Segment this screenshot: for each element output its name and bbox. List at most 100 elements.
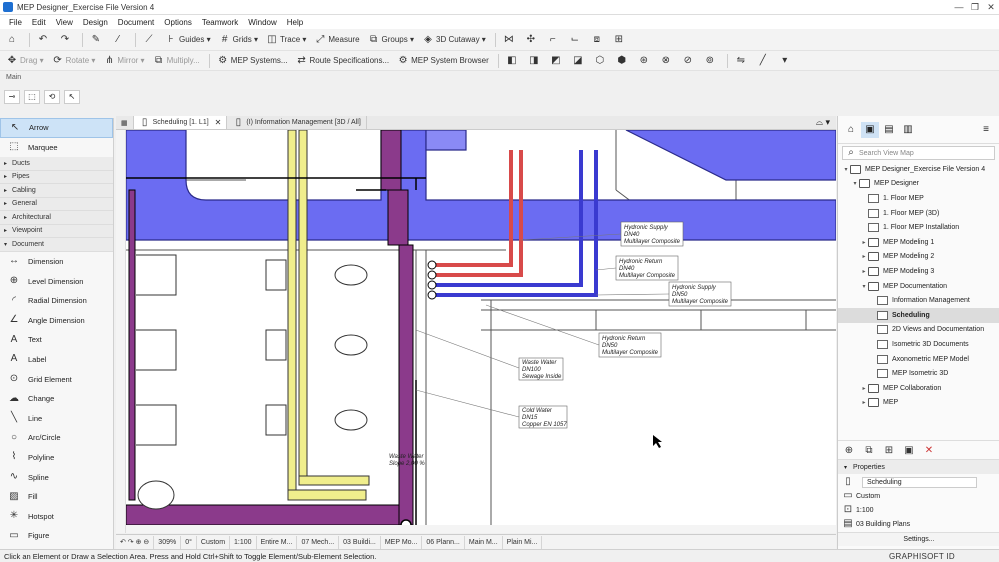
pointer-icon[interactable]: ↖ <box>64 90 80 104</box>
chevron-right-icon[interactable]: ▸ <box>860 385 868 392</box>
view-map-search-input[interactable]: ⌕ Search View Map <box>842 146 995 160</box>
tool-grid-element[interactable]: ⊙ Grid Element <box>0 369 113 389</box>
view-settings-icon[interactable]: ▣ <box>902 445 916 456</box>
close-button[interactable]: ✕ <box>983 0 999 15</box>
view-options-icon[interactable]: ⌓ ▾ <box>816 117 836 128</box>
intersect-button[interactable]: ⊞ <box>610 31 630 49</box>
chevron-right-icon[interactable]: ▸ <box>860 239 868 246</box>
chevron-down-icon[interactable]: ▾ <box>851 180 859 187</box>
mep-tool-4[interactable]: ◪ <box>569 52 589 70</box>
toolbox-group-ducts[interactable]: ▸ Ducts <box>0 157 113 171</box>
view-map-item[interactable]: ▾ MEP Designer <box>838 177 999 192</box>
layout-book-icon[interactable]: ▤ <box>880 122 898 138</box>
toolbox-group-document[interactable]: ▾ Document <box>0 238 113 252</box>
menu-help[interactable]: Help <box>282 18 308 27</box>
tool-polyline[interactable]: ⌇ Polyline <box>0 448 113 468</box>
graphisoft-id-link[interactable]: GRAPHISOFT ID <box>889 550 955 562</box>
selection-mode-3-icon[interactable]: ⟲ <box>44 90 60 104</box>
view-map-item[interactable]: 2D Views and Documentation <box>838 323 999 338</box>
drag-button[interactable]: ✥ Drag ▾ <box>3 52 47 70</box>
tool-radial-dimension[interactable]: ◜ Radial Dimension <box>0 291 113 311</box>
eyedropper-button[interactable]: ⁄ <box>109 31 129 49</box>
trace-button[interactable]: ◫ Trace ▾ <box>263 31 309 49</box>
menu-file[interactable]: File <box>4 18 27 27</box>
view-map-item[interactable]: 1. Floor MEP Installation <box>838 220 999 235</box>
adjust-button[interactable]: ⌙ <box>566 31 586 49</box>
chevron-right-icon[interactable]: ▸ <box>860 399 868 406</box>
settings-button[interactable]: Settings... <box>838 532 999 546</box>
undo-zoom-icon[interactable]: ↶ ↷ ⊕ ⊖ <box>116 535 155 549</box>
toolbox-group-architectural[interactable]: ▸ Architectural <box>0 211 113 225</box>
pick-button[interactable]: ✎ <box>87 31 107 49</box>
wand-button[interactable]: ⟋ <box>140 31 160 49</box>
chevron-right-icon[interactable]: ▸ <box>860 253 868 260</box>
drawing-canvas[interactable]: Hydronic Supply DN40 Multilayer Composit… <box>126 130 836 533</box>
explode-button[interactable]: ✣ <box>522 31 542 49</box>
multiply-button[interactable]: ⧉ Multiply... <box>150 52 203 70</box>
tool-angle-dimension[interactable]: ∠ Angle Dimension <box>0 310 113 330</box>
view-map-item[interactable]: 1. Floor MEP (3D) <box>838 206 999 221</box>
view-map-item[interactable]: ▸ MEP Modeling 1 <box>838 235 999 250</box>
property-name-value[interactable]: Scheduling <box>862 476 977 488</box>
project-map-icon[interactable]: ⌂ <box>842 122 860 138</box>
menu-design[interactable]: Design <box>78 18 113 27</box>
zoom-level[interactable]: 309% <box>154 535 182 549</box>
view-map-item[interactable]: ▸ MEP Modeling 3 <box>838 264 999 279</box>
delete-icon[interactable]: ✕ <box>922 445 936 456</box>
mep-tool-13[interactable]: ▾ <box>776 52 796 70</box>
scale-mode[interactable]: Custom <box>197 535 231 549</box>
properties-header[interactable]: ▾ Properties <box>838 460 999 474</box>
mep-tool-1[interactable]: ◧ <box>503 52 523 70</box>
view-map-item[interactable]: Isometric 3D Documents <box>838 337 999 352</box>
mep-option[interactable]: MEP Mo... <box>381 535 423 549</box>
tool-fill[interactable]: ▨ Fill <box>0 487 113 507</box>
new-folder-icon[interactable]: ⊞ <box>882 445 896 456</box>
mep-tool-6[interactable]: ⬢ <box>613 52 633 70</box>
tab-icon-grid[interactable]: ▦ <box>116 116 134 129</box>
grids-button[interactable]: # Grids ▾ <box>216 31 261 49</box>
tab-information-management[interactable]: ▯ (I) Information Management [3D / All] <box>227 116 367 129</box>
publisher-icon[interactable]: ▥ <box>899 122 917 138</box>
tool-level-dimension[interactable]: ⊕ Level Dimension <box>0 271 113 291</box>
toolbox-group-pipes[interactable]: ▸ Pipes <box>0 170 113 185</box>
view-map-item[interactable]: Axonometric MEP Model <box>838 352 999 367</box>
tool-spline[interactable]: ∿ Spline <box>0 467 113 487</box>
tool-change[interactable]: ☁ Change <box>0 389 113 409</box>
mep-browser-button[interactable]: ⚙ MEP System Browser <box>394 52 492 70</box>
view-map-item[interactable]: ▸ MEP <box>838 396 999 411</box>
menu-window[interactable]: Window <box>243 18 281 27</box>
route-specs-button[interactable]: ⇄ Route Specifications... <box>293 52 393 70</box>
measure-button[interactable]: ⤢ Measure <box>311 31 362 49</box>
view-map-item[interactable]: ▸ MEP Modeling 2 <box>838 250 999 265</box>
menu-document[interactable]: Document <box>113 18 159 27</box>
layer-combination[interactable]: Entire M... <box>257 535 298 549</box>
new-view-icon[interactable]: ⊕ <box>842 445 856 456</box>
clone-view-icon[interactable]: ⧉ <box>862 445 876 456</box>
toolbox-group-general[interactable]: ▸ General <box>0 197 113 212</box>
chevron-down-icon[interactable]: ▾ <box>842 166 850 173</box>
view-map-item[interactable]: Information Management <box>838 293 999 308</box>
groups-button[interactable]: ⧉ Groups ▾ <box>365 31 417 49</box>
home-button[interactable]: ⌂ <box>3 31 23 49</box>
tool-dimension[interactable]: ↔ Dimension <box>0 252 113 272</box>
mep-tool-3[interactable]: ◩ <box>547 52 567 70</box>
mep-tool-11[interactable]: ⇋ <box>732 52 752 70</box>
chevron-right-icon[interactable]: ▸ <box>860 268 868 275</box>
menu-view[interactable]: View <box>51 18 78 27</box>
view-map-icon[interactable]: ▣ <box>861 121 879 138</box>
split-button[interactable]: ⋈ <box>500 31 520 49</box>
redo-button[interactable]: ↷ <box>56 31 76 49</box>
menu-options[interactable]: Options <box>159 18 197 27</box>
tool-label[interactable]: A Label <box>0 350 113 370</box>
rotation-angle[interactable]: 0° <box>181 535 197 549</box>
mep-systems-button[interactable]: ⚙ MEP Systems... <box>214 52 291 70</box>
menu-edit[interactable]: Edit <box>27 18 51 27</box>
tool-arrow[interactable]: ↖ Arrow <box>0 118 113 138</box>
menu-teamwork[interactable]: Teamwork <box>197 18 243 27</box>
view-map-item[interactable]: ▾ MEP Designer_Exercise File Version 4 <box>838 162 999 177</box>
structural-display[interactable]: Plain Mi... <box>503 535 543 549</box>
mep-tool-9[interactable]: ⊘ <box>679 52 699 70</box>
mirror-button[interactable]: ⋔ Mirror ▾ <box>100 52 147 70</box>
horizontal-scrollbar[interactable] <box>126 525 836 533</box>
model-view-option[interactable]: 03 Buildi... <box>339 535 381 549</box>
